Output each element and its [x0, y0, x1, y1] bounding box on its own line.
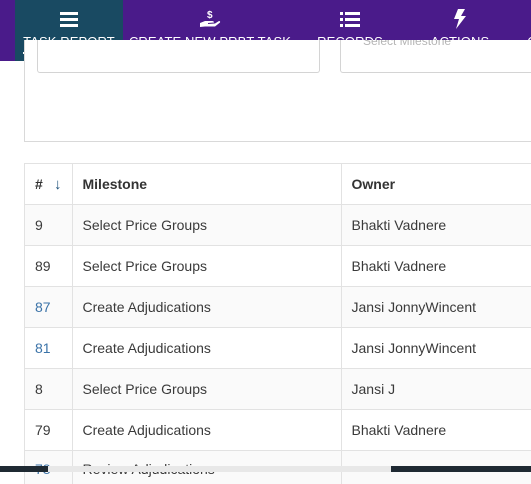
row-owner: Jansi J: [341, 369, 531, 410]
row-milestone: Select Price Groups: [72, 246, 341, 287]
row-owner: Bhakti Vadnere: [341, 246, 531, 287]
hand-dollar-icon: $: [199, 9, 221, 29]
column-header-number[interactable]: # ↓: [25, 164, 72, 205]
row-number: 9: [25, 205, 72, 246]
column-header-milestone[interactable]: Milestone: [72, 164, 341, 205]
table-header-row: # ↓ Milestone Owner: [25, 164, 531, 205]
column-header-owner[interactable]: Owner: [341, 164, 531, 205]
filter-field-1[interactable]: [37, 40, 320, 73]
lightning-icon: [453, 9, 467, 29]
row-number-link[interactable]: 81: [25, 328, 72, 369]
table-row[interactable]: 87 Create Adjudications Jansi JonnyWince…: [25, 287, 531, 328]
task-table: # ↓ Milestone Owner 9 Select Price Group…: [24, 163, 531, 484]
milestone-select[interactable]: Select Milestone: [340, 40, 531, 73]
row-owner: Jansi JonnyWincent: [341, 328, 531, 369]
row-milestone: Select Price Groups: [72, 369, 341, 410]
list-icon: [340, 9, 360, 29]
table-row[interactable]: 8 Select Price Groups Jansi J: [25, 369, 531, 410]
row-owner: Bhakti Vadnere: [341, 410, 531, 451]
row-milestone: Create Adjudications: [72, 287, 341, 328]
table-row[interactable]: 9 Select Price Groups Bhakti Vadnere: [25, 205, 531, 246]
row-number: 8: [25, 369, 72, 410]
row-milestone: Create Adjudications: [72, 328, 341, 369]
svg-text:$: $: [207, 10, 213, 21]
table-row[interactable]: 89 Select Price Groups Bhakti Vadnere: [25, 246, 531, 287]
row-owner: Bhakti Vadnere: [341, 205, 531, 246]
table-row[interactable]: 81 Create Adjudications Jansi JonnyWince…: [25, 328, 531, 369]
row-number: 79: [25, 410, 72, 451]
row-owner: Jansi JonnyWincent: [341, 287, 531, 328]
row-milestone: Create Adjudications: [72, 410, 341, 451]
row-milestone: Select Price Groups: [72, 205, 341, 246]
row-number-link[interactable]: 87: [25, 287, 72, 328]
sort-desc-icon[interactable]: ↓: [54, 176, 62, 193]
horizontal-scrollbar-thumb[interactable]: [48, 466, 391, 472]
table-row[interactable]: 79 Create Adjudications Bhakti Vadnere: [25, 410, 531, 451]
hamburger-icon: [60, 9, 78, 29]
milestone-select-placeholder: Select Milestone: [363, 40, 451, 48]
row-number: 89: [25, 246, 72, 287]
